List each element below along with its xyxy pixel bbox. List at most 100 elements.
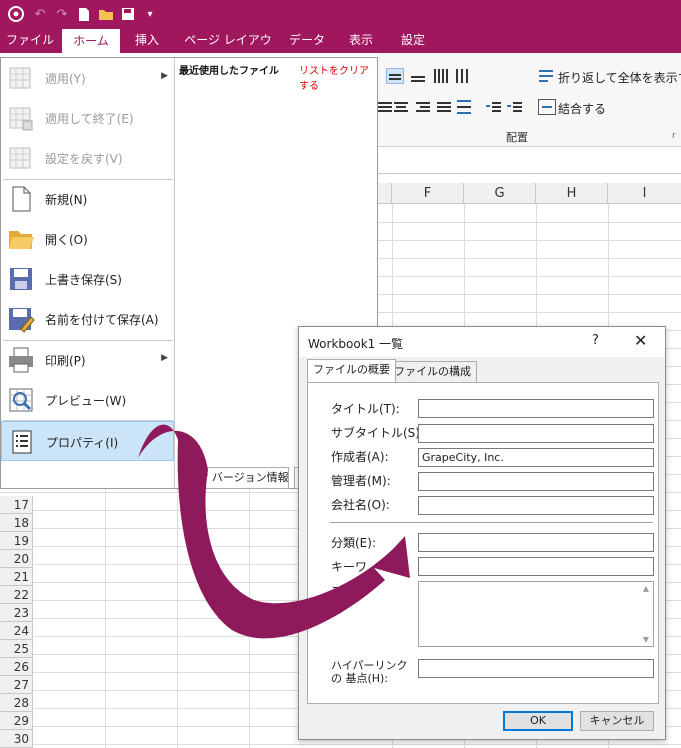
row-header[interactable]: 21 (0, 568, 33, 586)
subtitle-field[interactable] (418, 424, 654, 443)
scroll-up-icon[interactable]: ▲ (643, 584, 649, 593)
tab-view[interactable]: 表示 (338, 28, 384, 53)
new-file-icon[interactable] (74, 5, 94, 23)
ribbon-group-label: 配置 (506, 131, 528, 144)
help-icon: ? (202, 471, 209, 484)
spreadsheet-app: ↶ ↷ ▾ ファイル ホーム 挿入 ページ レイアウト データ 表示 設定 折り… (0, 0, 681, 748)
menu-item-save-as[interactable]: 名前を付けて保存(A) (1, 299, 174, 339)
comments-label: コ (331, 584, 344, 598)
menu-item-open[interactable]: 開く(O) (1, 219, 174, 259)
submenu-arrow-icon: ▶ (161, 353, 168, 363)
tab-home[interactable]: ホーム (62, 29, 120, 53)
merge-cells-icon[interactable] (538, 99, 556, 115)
dialog-title-bar: Workbook1 一覧 ? ✕ (299, 327, 665, 357)
comments-field[interactable]: ▲ ▼ (418, 581, 654, 647)
tab-file[interactable]: ファイル (0, 28, 60, 53)
wrap-text-icon[interactable] (538, 68, 556, 84)
undo-icon[interactable]: ↶ (30, 5, 50, 23)
row-header[interactable]: 19 (0, 532, 33, 550)
title-field[interactable] (418, 399, 654, 418)
row-header[interactable]: 29 (0, 712, 33, 730)
menu-item-print[interactable]: 印刷(P) ▶ (1, 340, 174, 380)
ribbon-tab-bar: ファイル ホーム 挿入 ページ レイアウト データ 表示 設定 (0, 28, 681, 72)
open-folder-icon[interactable] (96, 5, 116, 23)
row-header[interactable]: 26 (0, 658, 33, 676)
file-menu-commands: 適用(Y) ▶ 適用して終了(E) 設定を戻す(V) 新規(N) 開く(O) 上… (1, 58, 175, 488)
category-field[interactable] (418, 533, 654, 552)
help-button[interactable]: ? (592, 333, 599, 348)
align-middle-icon[interactable] (386, 68, 404, 84)
preview-icon (7, 386, 35, 414)
save-quick-icon[interactable] (118, 5, 138, 23)
company-label: 会社名(O): (331, 498, 390, 512)
title-label: タイトル(T): (331, 402, 400, 416)
menu-item-save[interactable]: 上書き保存(S) (1, 259, 174, 299)
table-revert-icon (7, 144, 35, 172)
hyperlink-base-label: ハイパーリンクの 基点(H): (331, 659, 408, 685)
column-header-g[interactable]: G (464, 183, 536, 204)
keywords-field[interactable] (418, 557, 654, 576)
close-button[interactable]: ✕ (634, 331, 647, 350)
row-header[interactable]: 18 (0, 514, 33, 532)
column-header-e[interactable] (378, 183, 392, 204)
tab-contents[interactable]: ファイルの構成 (388, 361, 477, 382)
save-icon (7, 265, 35, 293)
printer-icon (7, 346, 35, 374)
redo-icon[interactable]: ↷ (52, 5, 72, 23)
menu-item-label: 上書き保存(S) (45, 273, 122, 287)
tab-settings[interactable]: 設定 (390, 28, 436, 53)
tab-insert[interactable]: 挿入 (124, 28, 170, 53)
row-header[interactable]: 25 (0, 640, 33, 658)
column-header-h[interactable]: H (536, 183, 608, 204)
version-info-button[interactable]: ? バージョン情報 (195, 467, 289, 489)
manager-label: 管理者(M): (331, 474, 391, 488)
row-header[interactable]: 28 (0, 694, 33, 712)
menu-item-preview[interactable]: プレビュー(W) (1, 380, 174, 420)
row-header[interactable]: 23 (0, 604, 33, 622)
row-header[interactable]: 30 (0, 730, 33, 748)
category-label: 分類(E): (331, 536, 376, 550)
tab-data[interactable]: データ (282, 28, 332, 53)
align-center-icon[interactable] (392, 99, 410, 115)
ribbon-alignment-group: 折り返して全体を表示する 結合する 配置 r (378, 53, 681, 147)
menu-item-label: プロパティ(I) (46, 436, 119, 450)
menu-item-apply-close[interactable]: 適用して終了(E) (1, 98, 174, 138)
distributed-align-icon[interactable] (455, 99, 473, 115)
recent-files-header: 最近使用したファイル (179, 66, 279, 77)
distribute-vertical-icon[interactable] (432, 68, 450, 84)
menu-item-apply[interactable]: 適用(Y) ▶ (1, 58, 174, 98)
tab-page-layout[interactable]: ページ レイアウト (182, 28, 274, 72)
justify-icon[interactable] (435, 99, 453, 115)
menu-item-properties[interactable]: プロパティ(I) (1, 421, 174, 461)
subtitle-label: サブタイトル(S): (331, 426, 425, 440)
merge-cells-button[interactable]: 結合する (558, 100, 606, 117)
cancel-button[interactable]: キャンセル (580, 711, 654, 731)
table-apply-close-icon (7, 104, 35, 132)
column-header-f[interactable]: F (392, 183, 464, 204)
column-header-i[interactable]: I (608, 183, 681, 204)
decrease-indent-icon[interactable] (485, 99, 503, 115)
text-direction-icon[interactable] (454, 68, 472, 84)
manager-field[interactable] (418, 472, 654, 491)
tab-summary[interactable]: ファイルの概要 (307, 359, 396, 382)
clear-recent-list-link[interactable]: リストをクリアする (299, 62, 377, 92)
customize-quick-access-icon[interactable]: ▾ (142, 5, 158, 23)
wrap-text-button[interactable]: 折り返して全体を表示する (558, 69, 681, 86)
row-header[interactable]: 22 (0, 586, 33, 604)
row-header[interactable]: 17 (0, 496, 33, 514)
row-header[interactable]: 27 (0, 676, 33, 694)
ok-button[interactable]: OK (503, 711, 573, 731)
formula-bar[interactable] (378, 150, 681, 174)
row-header[interactable]: 24 (0, 622, 33, 640)
menu-item-new[interactable]: 新規(N) (1, 179, 174, 219)
align-bottom-icon[interactable] (409, 68, 427, 84)
align-right-text-icon[interactable] (414, 99, 432, 115)
increase-indent-icon[interactable] (506, 99, 524, 115)
menu-item-revert[interactable]: 設定を戻す(V) (1, 138, 174, 178)
author-field[interactable]: GrapeCity, Inc. (418, 448, 654, 467)
dialog-launcher-icon[interactable]: r (672, 131, 676, 141)
row-header[interactable]: 20 (0, 550, 33, 568)
company-field[interactable] (418, 496, 654, 515)
scroll-down-icon[interactable]: ▼ (643, 635, 649, 644)
hyperlink-base-field[interactable] (418, 659, 654, 678)
